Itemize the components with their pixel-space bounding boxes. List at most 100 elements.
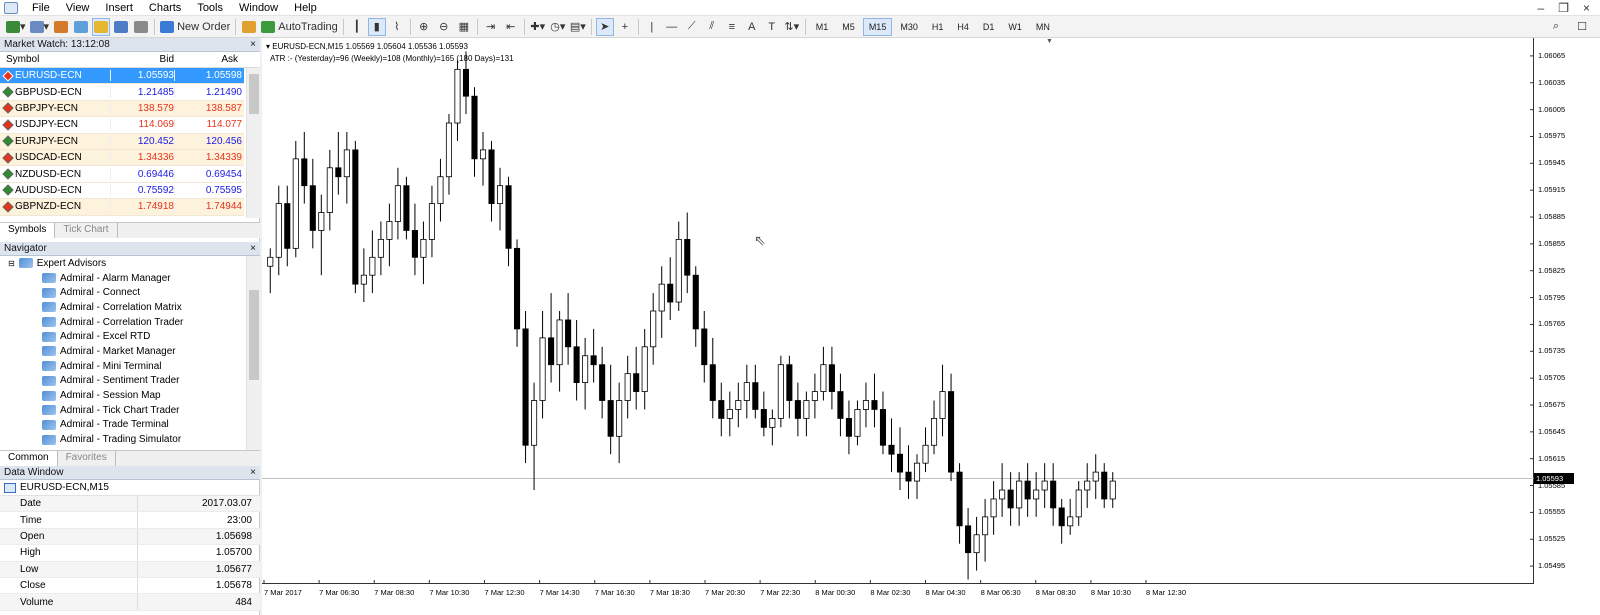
new-order-button[interactable]: New Order <box>159 18 231 36</box>
restore-icon[interactable]: ❐ <box>1558 1 1569 15</box>
crosshair-icon[interactable]: + <box>616 18 634 36</box>
tf-h1[interactable]: H1 <box>926 18 950 36</box>
list-item[interactable]: Admiral - Correlation Matrix <box>0 300 244 315</box>
vertical-line-icon[interactable]: | <box>643 18 661 36</box>
text-label-icon[interactable]: T <box>763 18 781 36</box>
diamond-icon <box>2 70 14 82</box>
table-row[interactable]: EURJPY-ECN 120.452 120.456 <box>0 133 244 150</box>
zoom-in-icon[interactable]: ⊕ <box>415 18 433 36</box>
menu-tools[interactable]: Tools <box>189 0 231 16</box>
menu-window[interactable]: Window <box>231 0 286 16</box>
tab-favorites[interactable]: Favorites <box>58 451 116 466</box>
diamond-icon <box>2 119 14 131</box>
list-item[interactable]: Admiral - Sentiment Trader <box>0 374 244 389</box>
list-item[interactable]: Admiral - Tick Chart Trader <box>0 403 244 418</box>
new-chart-icon[interactable]: ▾ <box>5 18 27 36</box>
tab-tick-chart[interactable]: Tick Chart <box>55 223 118 238</box>
tab-symbols[interactable]: Symbols <box>0 223 56 238</box>
tf-m30[interactable]: M30 <box>894 18 924 36</box>
autoscroll-icon[interactable]: ⇤ <box>502 18 520 36</box>
close-icon[interactable]: × <box>250 466 260 479</box>
candle <box>548 293 555 383</box>
menu-insert[interactable]: Insert <box>97 0 141 16</box>
tester-icon[interactable] <box>132 18 150 36</box>
minimize-icon[interactable]: – <box>1538 1 1545 15</box>
candle-body <box>565 319 572 348</box>
table-row[interactable]: AUDUSD-ECN 0.75592 0.75595 <box>0 183 244 200</box>
list-item[interactable]: Admiral - Trading Simulator <box>0 432 244 447</box>
tf-m15[interactable]: M15 <box>862 17 893 36</box>
collapse-icon[interactable]: ⊟ <box>8 259 15 268</box>
chart-shift-marker-icon[interactable]: ▼ <box>1046 38 1053 45</box>
tf-mn[interactable]: MN <box>1030 18 1056 36</box>
close-icon[interactable]: × <box>250 242 260 255</box>
chat-icon[interactable]: ☐ <box>1573 18 1591 36</box>
list-item[interactable]: Admiral - Market Manager <box>0 344 244 359</box>
line-chart-icon[interactable]: ⌇ <box>388 18 406 36</box>
list-item[interactable]: Admiral - Alarm Manager <box>0 271 244 286</box>
close-icon[interactable]: × <box>250 38 260 51</box>
list-item[interactable]: Admiral - Connect <box>0 285 244 300</box>
menu-charts[interactable]: Charts <box>141 0 189 16</box>
trendline-icon[interactable]: ⟋ <box>683 18 701 36</box>
terminal-icon[interactable] <box>112 18 130 36</box>
periods-icon[interactable]: ◷▾ <box>549 18 567 36</box>
market-watch-icon[interactable] <box>52 18 70 36</box>
price-tick-label: 1.05915 <box>1538 185 1566 195</box>
tf-m5[interactable]: M5 <box>836 18 861 36</box>
navigator-scrollbar[interactable] <box>246 256 260 452</box>
navigator-icon[interactable] <box>92 17 111 36</box>
metaeditor-icon[interactable] <box>240 18 258 36</box>
candle-body <box>641 346 648 392</box>
col-bid[interactable]: Bid <box>110 54 174 65</box>
candle-body <box>573 346 580 384</box>
table-row[interactable]: GBPJPY-ECN 138.579 138.587 <box>0 100 244 118</box>
tab-common[interactable]: Common <box>0 451 58 466</box>
fibonacci-icon[interactable]: ≡ <box>723 18 741 36</box>
table-row[interactable]: GBPNZD-ECN 1.74918 1.74944 <box>0 199 244 216</box>
list-item[interactable]: Admiral - Mini Terminal <box>0 359 244 374</box>
table-row[interactable]: USDCAD-ECN 1.34336 1.34339 <box>0 149 244 167</box>
tile-windows-icon[interactable]: ▦ <box>455 18 473 36</box>
cursor-icon[interactable]: ➤ <box>595 17 614 36</box>
tf-d1[interactable]: D1 <box>977 18 1001 36</box>
chart-shift-icon[interactable]: ⇥ <box>482 18 500 36</box>
menu-help[interactable]: Help <box>286 0 325 16</box>
horizontal-line-icon[interactable]: — <box>663 18 681 36</box>
diamond-icon <box>2 102 14 115</box>
profiles-icon[interactable]: ▾ <box>29 18 51 36</box>
tf-h4[interactable]: H4 <box>951 18 975 36</box>
zoom-out-icon[interactable]: ⊖ <box>435 18 453 36</box>
search-icon[interactable]: ⌕ <box>1547 18 1565 36</box>
auto-trading-button[interactable]: AutoTrading <box>260 18 339 36</box>
candle-body <box>505 185 512 249</box>
close-icon[interactable]: × <box>1583 1 1590 15</box>
tree-root-expert-advisors[interactable]: ⊟ Expert Advisors <box>0 256 244 271</box>
table-row[interactable]: EURUSD-ECN 1.05593 1.05598 <box>0 68 244 85</box>
tf-w1[interactable]: W1 <box>1002 18 1028 36</box>
market-watch-scrollbar[interactable] <box>246 68 260 218</box>
list-item[interactable]: Admiral - Session Map <box>0 388 244 403</box>
indicators-icon[interactable]: ✚▾ <box>529 18 547 36</box>
menu-view[interactable]: View <box>58 0 98 16</box>
chart-area[interactable]: ▾ EURUSD-ECN,M15 1.05569 1.05604 1.05536… <box>262 38 1534 584</box>
table-row[interactable]: USDJPY-ECN 114.069 114.077 <box>0 117 244 134</box>
list-item[interactable]: Admiral - Correlation Trader <box>0 315 244 330</box>
col-ask[interactable]: Ask <box>174 54 240 65</box>
bar-chart-icon[interactable]: ┃ <box>348 18 366 36</box>
col-symbol[interactable]: Symbol <box>0 54 110 65</box>
table-row: Close 1.05678 <box>0 577 260 595</box>
channel-icon[interactable]: ⫽ <box>703 18 721 36</box>
table-row[interactable]: NZDUSD-ECN 0.69446 0.69454 <box>0 166 244 183</box>
list-item[interactable]: Admiral - Excel RTD <box>0 329 244 344</box>
data-window-icon[interactable] <box>72 18 90 36</box>
candle <box>641 328 648 410</box>
list-item[interactable]: Admiral - Trade Terminal <box>0 418 244 433</box>
arrows-icon[interactable]: ⇅▾ <box>783 18 801 36</box>
tf-m1[interactable]: M1 <box>810 18 835 36</box>
text-icon[interactable]: A <box>743 18 761 36</box>
menu-file[interactable]: File <box>24 0 58 16</box>
candlestick-icon[interactable]: ▮ <box>367 17 386 36</box>
templates-icon[interactable]: ▤▾ <box>569 18 587 36</box>
table-row[interactable]: GBPUSD-ECN 1.21485 1.21490 <box>0 84 244 101</box>
